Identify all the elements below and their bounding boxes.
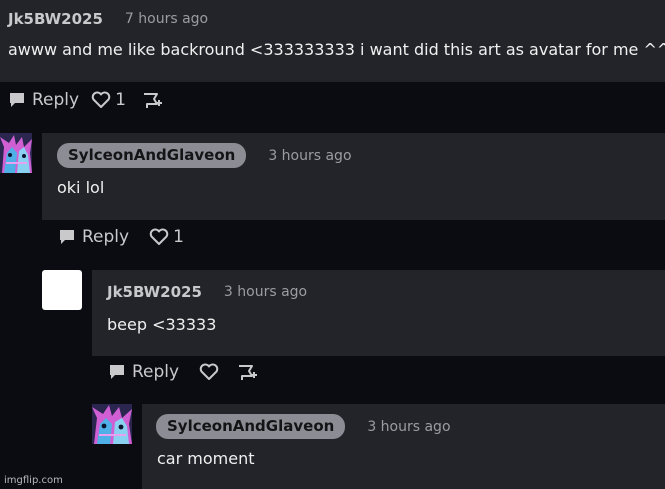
timestamp: 3 hours ago bbox=[268, 147, 352, 164]
timestamp: 7 hours ago bbox=[124, 11, 209, 27]
reply-label: Reply bbox=[132, 362, 180, 382]
reply-button[interactable]: Reply bbox=[58, 227, 129, 247]
comment-header: Jk5BW2025 3 hours ago bbox=[107, 283, 307, 301]
heart-outline-icon bbox=[149, 228, 169, 245]
comment-text: oki lol bbox=[57, 178, 105, 197]
comment-actions: Reply bbox=[108, 362, 259, 382]
speech-bubble-icon bbox=[110, 365, 124, 379]
username[interactable]: Jk5BW2025 bbox=[107, 283, 202, 301]
comment-header: SylceonAndGlaveon 3 hours ago bbox=[57, 143, 352, 168]
heart-outline-icon bbox=[199, 363, 219, 380]
reply-label: Reply bbox=[82, 227, 130, 247]
username-badge[interactable]: SylceonAndGlaveon bbox=[57, 143, 247, 168]
timestamp: 3 hours ago bbox=[367, 418, 451, 435]
speech-bubble-icon bbox=[10, 93, 24, 107]
report-button[interactable] bbox=[237, 363, 259, 381]
username[interactable]: Jk5BW2025 bbox=[8, 10, 103, 28]
flag-icon bbox=[143, 93, 162, 108]
like-button[interactable] bbox=[199, 363, 219, 381]
like-count: 1 bbox=[173, 227, 184, 247]
avatar-image bbox=[92, 404, 132, 444]
speech-bubble-icon bbox=[60, 230, 74, 244]
comment-card: SylceonAndGlaveon 3 hours ago oki lol bbox=[42, 133, 665, 220]
comment-card: Jk5BW2025 7 hours ago awww and me like b… bbox=[0, 0, 665, 82]
avatar[interactable] bbox=[0, 133, 32, 173]
comment-header: Jk5BW2025 7 hours ago bbox=[8, 10, 208, 28]
comment-text: car moment bbox=[157, 449, 255, 468]
username-badge[interactable]: SylceonAndGlaveon bbox=[156, 414, 346, 439]
like-count: 1 bbox=[115, 90, 126, 110]
comment-actions: Reply 1 bbox=[8, 90, 164, 110]
flag-icon bbox=[239, 365, 258, 380]
reply-button[interactable]: Reply bbox=[8, 90, 79, 110]
comment-card: Jk5BW2025 3 hours ago beep <33333 bbox=[92, 270, 665, 356]
avatar-image bbox=[0, 133, 32, 173]
report-button[interactable] bbox=[142, 91, 164, 109]
reply-label: Reply bbox=[32, 90, 80, 110]
heart-outline-icon bbox=[91, 91, 111, 108]
comment-text: beep <33333 bbox=[107, 315, 217, 334]
timestamp: 3 hours ago bbox=[223, 284, 308, 300]
comment-header: SylceonAndGlaveon 3 hours ago bbox=[156, 414, 451, 439]
comment-text: awww and me like backround <333333333 i … bbox=[8, 40, 665, 59]
watermark: imgflip.com bbox=[4, 475, 63, 486]
avatar[interactable] bbox=[92, 404, 132, 444]
like-button[interactable]: 1 bbox=[91, 90, 126, 110]
comment-card: SylceonAndGlaveon 3 hours ago car moment bbox=[142, 404, 665, 489]
reply-button[interactable]: Reply bbox=[108, 362, 179, 382]
like-button[interactable]: 1 bbox=[149, 227, 184, 247]
comment-actions: Reply 1 bbox=[58, 227, 184, 247]
avatar[interactable] bbox=[42, 270, 82, 310]
